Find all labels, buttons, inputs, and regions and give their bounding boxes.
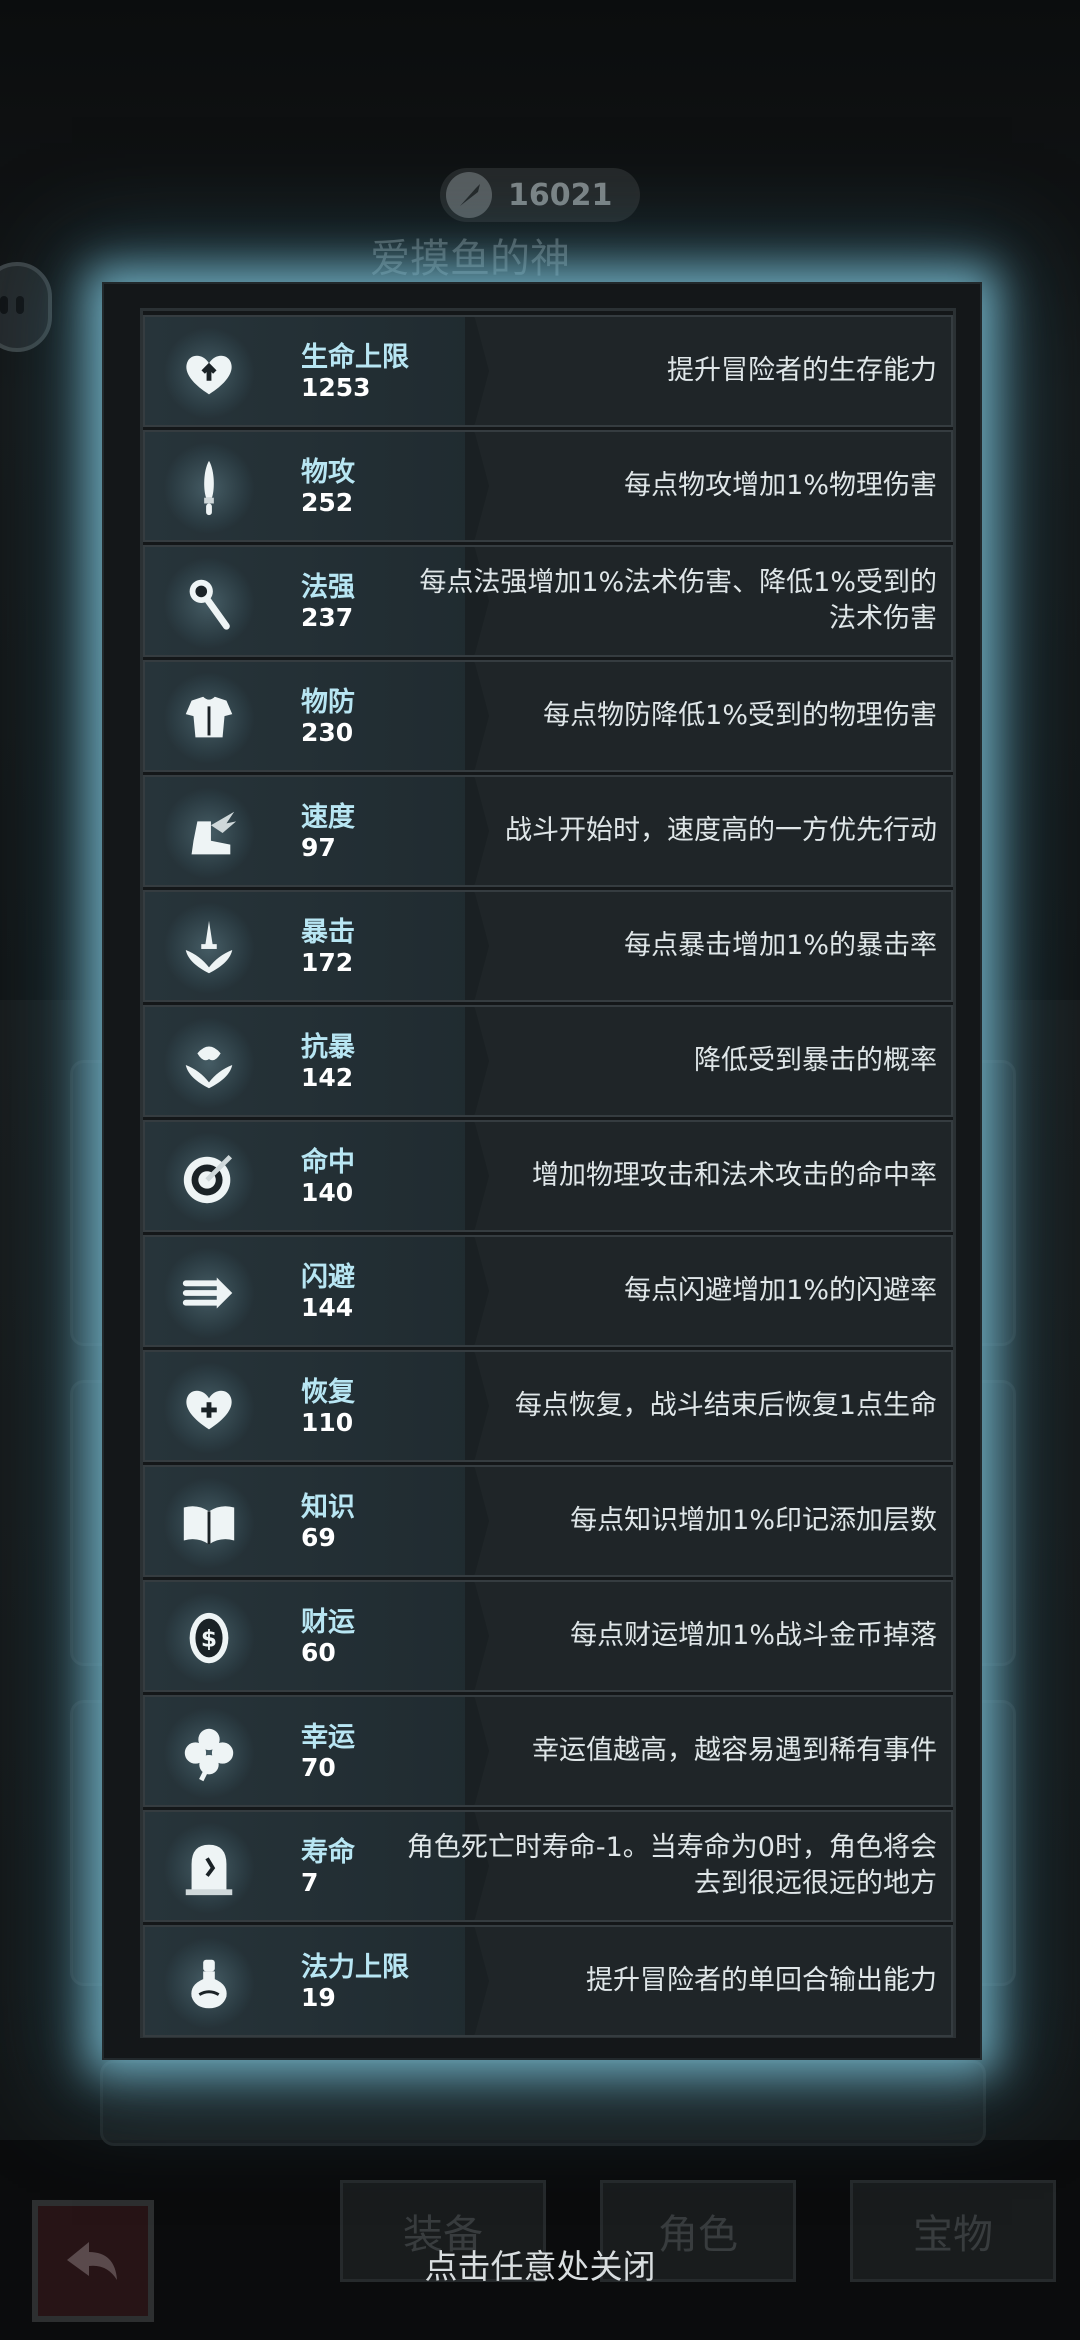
stat-value: 172	[301, 948, 354, 977]
stat-description: 每点恢复，战斗结束后恢复1点生命	[514, 1390, 937, 1421]
stat-value: 60	[301, 1638, 336, 1667]
stat-name: 抗暴	[301, 1032, 355, 1063]
stat-row-mana-max: 法力上限 19 提升冒险者的单回合输出能力	[143, 1925, 953, 2037]
stat-row-physical-attack: 物攻 252 每点物攻增加1%物理伤害	[143, 430, 953, 542]
stat-description: 角色死亡时寿命-1。当寿命为0时，角色将会去到很远很远的地方	[406, 1832, 937, 1899]
stat-name: 速度	[301, 802, 355, 833]
tombstone-icon	[163, 1822, 255, 1914]
stat-value: 237	[301, 603, 354, 632]
stat-name: 暴击	[301, 917, 355, 948]
stat-name: 生命上限	[301, 342, 409, 373]
crit-sword-icon	[163, 902, 255, 994]
stat-row-knowledge: 知识 69 每点知识增加1%印记添加层数	[143, 1465, 953, 1577]
stat-description: 每点知识增加1%印记添加层数	[570, 1505, 937, 1536]
stat-row-accuracy: 命中 140 增加物理攻击和法术攻击的命中率	[143, 1120, 953, 1232]
stat-description: 战斗开始时，速度高的一方优先行动	[505, 815, 937, 846]
stat-row-critical: 暴击 172 每点暴击增加1%的暴击率	[143, 890, 953, 1002]
stat-description: 每点闪避增加1%的闪避率	[624, 1275, 937, 1306]
close-hint[interactable]: 点击任意处关闭	[0, 2240, 1080, 2288]
stat-row-hp-max: 生命上限 1253 提升冒险者的生存能力	[143, 315, 953, 427]
dodge-arrow-icon	[163, 1247, 255, 1339]
stat-name: 财运	[301, 1607, 355, 1638]
stat-row-physical-defense: 物防 230 每点物防降低1%受到的物理伤害	[143, 660, 953, 772]
stat-row-speed: 速度 97 战斗开始时，速度高的一方优先行动	[143, 775, 953, 887]
stat-description: 每点暴击增加1%的暴击率	[624, 930, 937, 961]
currency-amount: 16021	[508, 177, 613, 213]
stat-name: 知识	[301, 1492, 355, 1523]
stat-description: 每点物攻增加1%物理伤害	[624, 470, 937, 501]
stat-description: 增加物理攻击和法术攻击的命中率	[532, 1160, 937, 1191]
stat-description: 每点物防降低1%受到的物理伤害	[543, 700, 937, 731]
target-icon	[163, 1132, 255, 1224]
staff-icon	[163, 557, 255, 649]
stat-value: 69	[301, 1523, 336, 1552]
stat-row-fortune: $ 财运 60 每点财运增加1%战斗金币掉落	[143, 1580, 953, 1692]
currency-display: 16021	[440, 168, 640, 222]
crit-resist-icon	[163, 1017, 255, 1109]
stat-row-dodge: 闪避 144 每点闪避增加1%的闪避率	[143, 1235, 953, 1347]
stat-name: 法力上限	[301, 1952, 409, 1983]
stat-name: 寿命	[301, 1837, 355, 1868]
heart-arrow-icon	[163, 327, 255, 419]
stat-description: 提升冒险者的生存能力	[667, 355, 937, 386]
stat-row-magic-power: 法强 237 每点法强增加1%法术伤害、降低1%受到的法术伤害	[143, 545, 953, 657]
quill-icon	[446, 172, 492, 218]
stat-value: 7	[301, 1868, 319, 1897]
stat-value: 144	[301, 1293, 354, 1322]
stat-description: 降低受到暴击的概率	[694, 1045, 937, 1076]
mana-flask-icon	[163, 1937, 255, 2029]
stat-name: 命中	[301, 1147, 355, 1178]
stats-list: 生命上限 1253 提升冒险者的生存能力 物攻 252 每点物攻增加1%物理伤害…	[140, 308, 956, 2038]
background-card	[100, 2060, 986, 2146]
stat-value: 19	[301, 1983, 336, 2012]
clover-icon	[163, 1707, 255, 1799]
stats-modal: 生命上限 1253 提升冒险者的生存能力 物攻 252 每点物攻增加1%物理伤害…	[102, 282, 982, 2060]
stat-value: 142	[301, 1063, 354, 1092]
stat-value: 140	[301, 1178, 354, 1207]
hero-name: 爱摸鱼的神	[370, 236, 570, 282]
stat-value: 110	[301, 1408, 354, 1437]
armor-icon	[163, 672, 255, 764]
heart-plus-icon	[163, 1362, 255, 1454]
stat-name: 物攻	[301, 457, 355, 488]
winged-boot-icon	[163, 787, 255, 879]
stat-name: 物防	[301, 687, 355, 718]
stat-name: 法强	[301, 572, 355, 603]
stat-name: 幸运	[301, 1722, 355, 1753]
svg-text:$: $	[201, 1626, 217, 1653]
stat-value: 97	[301, 833, 336, 862]
stat-value: 1253	[301, 373, 371, 402]
stat-name: 恢复	[301, 1377, 355, 1408]
stat-value: 70	[301, 1753, 336, 1782]
stat-description: 幸运值越高，越容易遇到稀有事件	[532, 1735, 937, 1766]
stat-row-lifespan: 寿命 7 角色死亡时寿命-1。当寿命为0时，角色将会去到很远很远的地方	[143, 1810, 953, 1922]
book-icon	[163, 1477, 255, 1569]
stat-value: 252	[301, 488, 354, 517]
stat-row-luck: 幸运 70 幸运值越高，越容易遇到稀有事件	[143, 1695, 953, 1807]
sword-icon	[163, 442, 255, 534]
stat-row-recovery: 恢复 110 每点恢复，战斗结束后恢复1点生命	[143, 1350, 953, 1462]
coin-icon: $	[163, 1592, 255, 1684]
stat-value: 230	[301, 718, 354, 747]
stat-description: 提升冒险者的单回合输出能力	[586, 1965, 937, 1996]
chat-bubble-icon[interactable]	[0, 262, 52, 352]
stat-name: 闪避	[301, 1262, 355, 1293]
stat-row-crit-resist: 抗暴 142 降低受到暴击的概率	[143, 1005, 953, 1117]
stat-description: 每点财运增加1%战斗金币掉落	[570, 1620, 937, 1651]
stat-description: 每点法强增加1%法术伤害、降低1%受到的法术伤害	[419, 567, 937, 634]
